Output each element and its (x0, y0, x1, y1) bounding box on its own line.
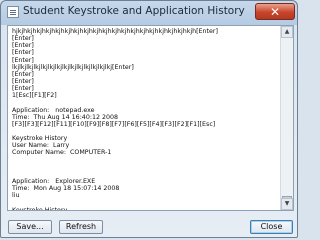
keystroke-history-window: Student Keystroke and Application Histor… (0, 0, 298, 238)
log-line: 1[Esc][F1][F2] (12, 92, 57, 100)
window-title: Student Keystroke and Application Histor… (23, 5, 245, 17)
log-line: [Enter] (12, 49, 34, 57)
log-line: Keystroke History (12, 206, 68, 211)
refresh-button[interactable]: Refresh (59, 220, 103, 234)
log-line: Time: Mon Aug 18 15:07:14 2008 (12, 185, 120, 193)
log-line: lkjlkjlkjlkjlkjlkjlkjlkjlkjlkjlkjlkjlkjl… (12, 63, 134, 71)
title-bar[interactable]: Student Keystroke and Application Histor… (1, 1, 299, 23)
close-button[interactable]: Close (250, 220, 293, 234)
app-icon (7, 6, 19, 18)
log-line: Computer Name: COMPUTER-1 (12, 149, 112, 157)
log-line: Keystroke History (12, 135, 68, 143)
log-line: hjkjhkjhkjhkjhkjhkjhkjhkjhkjhkjhkjhkjhkj… (12, 28, 218, 35)
history-text-area[interactable]: hjkjhkjhkjhkjhkjhkjhkjhkjhkjhkjhkjhkjhkj… (7, 25, 294, 211)
log-line: [Enter] (12, 35, 34, 43)
window-close-button[interactable]: ✕ (255, 3, 295, 20)
log-line: [Enter] (12, 56, 34, 64)
log-line: [F3][F3][F12][F11][F10][F9][F8][F7][F6][… (12, 120, 216, 128)
history-log: hjkjhkjhkjhkjhkjhkjhkjhkjhkjhkjhkjhkjhkj… (12, 28, 279, 211)
log-line: [Enter] (12, 85, 34, 93)
save-button[interactable]: Save... (8, 220, 52, 234)
log-line: User Name: Larry (12, 142, 70, 150)
log-line: [Enter] (12, 77, 34, 85)
vertical-scrollbar[interactable]: ▲ ▼ (280, 26, 293, 210)
log-line: Time: Thu Aug 14 16:40:12 2008 (12, 113, 118, 121)
log-line: Application: Explorer.EXE (12, 177, 96, 185)
log-line: liu (12, 192, 20, 200)
scroll-down-arrow-icon[interactable]: ▼ (281, 198, 293, 210)
log-line: [Enter] (12, 42, 34, 50)
log-line: Application: notepad.exe (12, 106, 95, 114)
scroll-up-arrow-icon[interactable]: ▲ (281, 26, 293, 38)
log-line: [Enter] (12, 70, 34, 78)
